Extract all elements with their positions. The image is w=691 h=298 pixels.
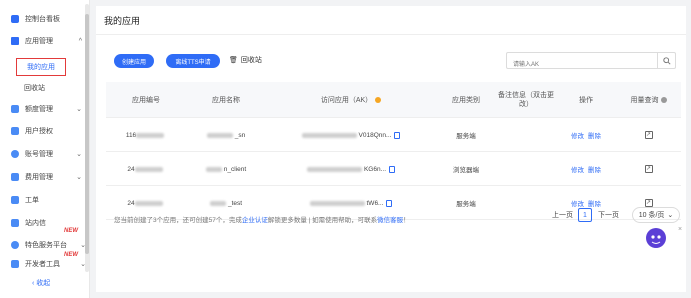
- collapse-button[interactable]: ‹ 收起: [32, 278, 50, 288]
- main-panel: 我的应用 创建应用 离线TTS申请 🗑 回收站 应用编号 应用名称 访问应用（A…: [96, 6, 686, 292]
- quota-icon: [11, 105, 19, 113]
- page-size-select[interactable]: 10 条/页 ⌄: [632, 207, 680, 223]
- sidebar-item-account[interactable]: 账号管理 ⌄: [0, 143, 90, 165]
- usage-icon[interactable]: ↗: [644, 165, 653, 173]
- app-id: 24: [127, 199, 135, 207]
- wechat-support-link[interactable]: 微信客服: [377, 217, 403, 224]
- billing-icon: [11, 173, 19, 181]
- sidebar-item-recycle[interactable]: 回收站: [0, 79, 90, 97]
- divider: [96, 34, 686, 35]
- info-icon[interactable]: [375, 97, 382, 103]
- edit-link[interactable]: 修改: [571, 198, 584, 208]
- app-remark[interactable]: [496, 118, 556, 152]
- copy-icon[interactable]: [394, 131, 401, 139]
- delete-link[interactable]: 删除: [588, 164, 601, 174]
- trash-icon: 🗑: [229, 57, 238, 64]
- app-name: _sn: [234, 131, 246, 139]
- sidebar-item-dev-tools[interactable]: 开发者工具 ⌄: [0, 256, 90, 272]
- app-id: 116: [125, 131, 137, 139]
- app-category: 服务端: [456, 133, 476, 140]
- help-icon[interactable]: [660, 97, 667, 103]
- copy-icon[interactable]: [389, 165, 396, 173]
- chevron-down-icon: ⌄: [76, 151, 82, 158]
- delete-link[interactable]: 删除: [588, 198, 601, 208]
- sidebar-item-label: 控制台看板: [25, 16, 60, 23]
- app-remark[interactable]: [496, 152, 556, 186]
- copy-icon[interactable]: [386, 199, 393, 207]
- table-header: 应用编号 应用名称 访问应用（AK） 应用类别 备注信息（双击更改） 操作 用量…: [106, 82, 681, 118]
- sidebar-item-dashboard[interactable]: 控制台看板: [0, 8, 90, 30]
- new-badge: NEW: [64, 252, 78, 258]
- ticket-icon: [11, 196, 19, 204]
- prev-page-button[interactable]: 上一页: [552, 210, 573, 220]
- quota-note: 您当前创建了3个应用，还可创建57个，完成企业认证解锁更多数量 | 如需使用帮助…: [114, 217, 410, 224]
- page-title: 我的应用: [104, 16, 141, 26]
- assistant-mascot-icon[interactable]: [646, 228, 666, 248]
- mail-icon: [11, 219, 19, 227]
- close-icon[interactable]: ×: [678, 226, 682, 233]
- table-row: 24 n_client KG6n... 浏览器端 修改 删除 ↗: [106, 152, 681, 186]
- grid-icon: [11, 37, 19, 45]
- app-category: 浏览器端: [453, 167, 479, 174]
- chevron-down-icon: ⌄: [76, 106, 82, 113]
- col-ak: 访问应用（AK）: [266, 82, 436, 118]
- sidebar-item-ticket[interactable]: 工单: [0, 189, 90, 211]
- usage-icon[interactable]: ↗: [644, 199, 653, 207]
- col-app-id: 应用编号: [132, 96, 160, 104]
- col-usage: 用量查询: [616, 82, 681, 118]
- edit-link[interactable]: 修改: [571, 164, 584, 174]
- sidebar-item-billing[interactable]: 费用管理 ⌄: [0, 166, 90, 188]
- sidebar-item-quota[interactable]: 额度管理 ⌄: [0, 98, 90, 120]
- search-button[interactable]: [657, 53, 675, 68]
- star-icon: [11, 241, 19, 249]
- table-row: 116 _sn V018Qnn... 服务端 修改 删除 ↗: [106, 118, 681, 152]
- user-auth-icon: [11, 127, 19, 135]
- usage-icon[interactable]: ↗: [644, 131, 653, 139]
- search-icon: [662, 56, 671, 65]
- sidebar-item-label: 应用管理: [25, 38, 53, 45]
- app-ak: V018Qnn...: [358, 131, 392, 139]
- col-category: 应用类别: [452, 96, 480, 104]
- chevron-down-icon: ⌄: [76, 174, 82, 181]
- recycle-bin-link[interactable]: 🗑 回收站: [229, 55, 262, 65]
- search-input[interactable]: [507, 57, 657, 73]
- app-remark[interactable]: [496, 186, 556, 220]
- col-app-name: 应用名称: [212, 96, 240, 104]
- tool-icon: [11, 260, 19, 268]
- app-id: 24: [127, 165, 135, 173]
- chevron-down-icon: ⌄: [667, 212, 674, 219]
- create-app-button[interactable]: 创建应用: [114, 54, 154, 68]
- app-name: n_client: [223, 165, 247, 173]
- delete-link[interactable]: 删除: [588, 130, 601, 140]
- col-remark: 备注信息（双击更改）: [498, 92, 554, 108]
- current-page[interactable]: 1: [578, 208, 592, 222]
- sidebar-item-my-apps[interactable]: 我的应用: [16, 58, 66, 76]
- offline-tts-button[interactable]: 离线TTS申请: [166, 54, 220, 68]
- col-actions: 操作: [579, 96, 593, 104]
- next-page-button[interactable]: 下一页: [598, 210, 619, 220]
- edit-link[interactable]: 修改: [571, 130, 584, 140]
- sidebar-item-app-management[interactable]: 应用管理 ^: [0, 30, 90, 52]
- chevron-up-icon: ^: [78, 37, 82, 45]
- enterprise-auth-link[interactable]: 企业认证: [242, 217, 268, 224]
- new-badge: NEW: [64, 228, 78, 234]
- search-box: [506, 52, 676, 73]
- gear-icon: [11, 150, 19, 158]
- app-category: 服务端: [456, 201, 476, 208]
- dashboard-icon: [11, 15, 19, 23]
- app-ak: KG6n...: [363, 165, 387, 173]
- sidebar-scrollbar-thumb[interactable]: [85, 14, 89, 254]
- app-ak: tW6...: [366, 199, 384, 207]
- sidebar: 控制台看板 应用管理 ^ 我的应用 回收站 额度管理 ⌄ 用户授权 账号管理 ⌄…: [0, 0, 90, 298]
- sidebar-item-user-auth[interactable]: 用户授权: [0, 120, 90, 142]
- app-name: _test: [227, 199, 243, 207]
